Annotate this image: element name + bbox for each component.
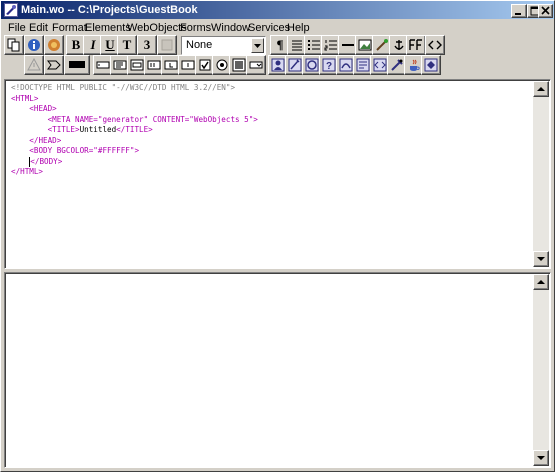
popup-button[interactable] <box>246 55 266 75</box>
html-source-code[interactable]: <!DOCTYPE HTML PUBLIC "-//W3C//DTD HTML … <box>11 83 258 178</box>
code-line[interactable]: <BODY BGCOLOR="#FFFFFF"> <box>11 146 258 157</box>
color-icon <box>161 39 173 51</box>
code-toggle-button[interactable] <box>425 35 445 55</box>
window-title: Main.wo -- C:\Projects\GuestBook <box>21 4 198 16</box>
horizontal-rule-icon <box>342 44 354 46</box>
scroll-down-button[interactable] <box>533 450 549 466</box>
svg-text:?: ? <box>326 61 332 72</box>
color-button[interactable] <box>157 35 177 55</box>
info-icon <box>28 39 40 51</box>
form-icon <box>130 59 144 71</box>
text-field-icon <box>96 61 110 69</box>
html-tag: </TITLE> <box>116 125 153 134</box>
copy-icon <box>7 38 20 52</box>
checkbox-icon <box>199 59 211 71</box>
chevron-down-icon <box>537 257 545 261</box>
webobjects-app-icon[interactable] <box>4 3 18 17</box>
arrow-shape-icon <box>47 60 61 70</box>
title-bar[interactable]: Main.wo -- C:\Projects\GuestBook <box>1 1 554 19</box>
info-button[interactable] <box>24 35 44 55</box>
close-icon <box>541 6 550 15</box>
active-image-icon <box>391 59 403 71</box>
text-content: Untitled <box>79 125 117 134</box>
html-tag: </BODY> <box>30 156 63 166</box>
text-caret <box>29 156 31 167</box>
link-icon <box>376 39 388 51</box>
html-tag: <BODY BGCOLOR="#FFFFFF"> <box>29 146 140 155</box>
custom-element-icon <box>373 58 387 72</box>
html-tag: </HTML> <box>11 167 44 176</box>
font-size-button[interactable]: 3 <box>137 35 157 55</box>
teletype-button[interactable]: T <box>117 35 137 55</box>
popup-icon <box>249 61 263 69</box>
html-tag: <META NAME="generator" CONTENT="WebObjec… <box>47 114 258 124</box>
inspect-button[interactable] <box>44 35 64 55</box>
browser-icon <box>113 60 127 70</box>
copy-button[interactable] <box>4 35 24 55</box>
frames-icon <box>409 39 422 50</box>
style-select-dropdown[interactable] <box>251 38 264 53</box>
applet-icon <box>424 58 438 72</box>
code-toggle-icon <box>428 40 442 50</box>
image-icon <box>358 39 372 51</box>
scroll-up-button[interactable] <box>533 274 549 290</box>
code-line[interactable]: <TITLE>Untitled</TITLE> <box>11 125 258 136</box>
doctype-declaration: <!DOCTYPE HTML PUBLIC "-//W3C//DTD HTML … <box>11 83 236 92</box>
person-icon <box>271 58 285 72</box>
style-select[interactable]: None <box>181 36 266 55</box>
applet-button[interactable] <box>421 55 441 75</box>
bullet-list-icon <box>308 40 320 50</box>
anchor-icon <box>394 40 404 50</box>
repetition-icon <box>339 58 353 72</box>
rectangle-button[interactable] <box>64 55 90 75</box>
conditional-icon <box>305 58 319 72</box>
html-tag: </HEAD> <box>29 135 62 145</box>
editor-vertical-scrollbar[interactable] <box>533 81 549 267</box>
preview-vertical-scrollbar[interactable] <box>533 274 549 466</box>
minimize-button[interactable] <box>511 4 527 18</box>
html-tag: <HEAD> <box>29 104 57 113</box>
code-line[interactable]: </HEAD> <box>11 136 258 147</box>
arrow-shape-button[interactable] <box>44 55 64 75</box>
java-icon <box>410 59 420 71</box>
help-icon: ? <box>322 58 336 72</box>
string-icon <box>356 58 370 72</box>
component-icon <box>288 58 302 72</box>
elements-toolbar: ? <box>0 54 555 76</box>
submit-icon <box>164 60 178 70</box>
close-button[interactable] <box>538 4 553 18</box>
inspect-icon <box>48 39 60 51</box>
warning-icon <box>27 58 41 71</box>
hidden-field-icon <box>181 60 195 70</box>
code-line[interactable]: <HTML> <box>11 94 258 105</box>
code-line[interactable]: </BODY> <box>11 156 258 168</box>
rectangle-icon <box>69 61 85 68</box>
chevron-down-icon <box>537 456 545 460</box>
warning-button[interactable] <box>24 55 44 75</box>
frames-button[interactable] <box>406 35 426 55</box>
chevron-up-icon <box>537 280 545 284</box>
code-line[interactable]: <META NAME="generator" CONTENT="WebObjec… <box>11 115 258 126</box>
code-line[interactable]: <!DOCTYPE HTML PUBLIC "-//W3C//DTD HTML … <box>11 83 258 94</box>
chevron-up-icon <box>537 87 545 91</box>
formatting-toolbar: B I U T 3 ¶ <box>0 34 555 56</box>
scroll-up-button[interactable] <box>533 81 549 97</box>
scroll-down-button[interactable] <box>533 251 549 267</box>
image-button-icon <box>232 58 246 72</box>
chevron-down-icon <box>254 44 261 48</box>
html-tag: <HTML> <box>11 93 39 103</box>
radio-group-icon <box>147 60 161 70</box>
html-source-editor[interactable]: <!DOCTYPE HTML PUBLIC "-//W3C//DTD HTML … <box>4 79 551 269</box>
numbered-list-icon <box>324 40 337 51</box>
minimize-icon <box>515 13 521 15</box>
code-line[interactable]: <HEAD> <box>11 104 258 115</box>
code-line[interactable]: </HTML> <box>11 167 258 178</box>
align-icon <box>292 40 302 51</box>
preview-pane[interactable] <box>4 272 551 468</box>
radio-button-icon <box>216 59 228 71</box>
style-select-value: None <box>186 39 213 51</box>
html-tag: <TITLE> <box>47 125 80 134</box>
